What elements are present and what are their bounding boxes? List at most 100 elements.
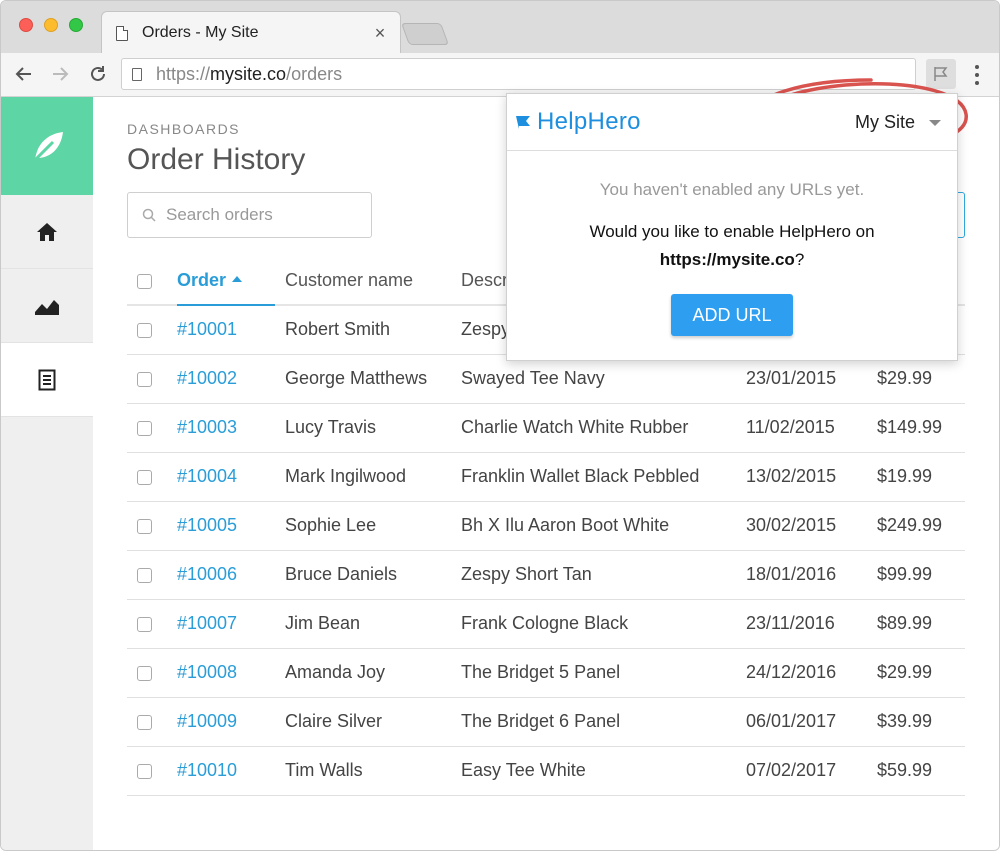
row-checkbox[interactable] (137, 665, 152, 681)
url-path: /orders (286, 63, 343, 84)
description-cell: Frank Cologne Black (461, 599, 746, 649)
search-box[interactable] (127, 192, 372, 238)
sidebar-item-orders[interactable] (1, 343, 93, 417)
question-url: https://mysite.co (659, 250, 795, 269)
order-link[interactable]: #10003 (177, 417, 237, 437)
helphero-flag-icon (516, 116, 530, 129)
select-all-checkbox[interactable] (137, 273, 152, 289)
search-input[interactable] (166, 205, 366, 225)
order-link[interactable]: #10006 (177, 564, 237, 584)
order-link[interactable]: #10005 (177, 515, 237, 535)
row-checkbox[interactable] (137, 714, 152, 730)
table-row[interactable]: #10003 Lucy Travis Charlie Watch White Rub… (127, 403, 965, 453)
forward-button[interactable] (47, 61, 73, 87)
header-order[interactable]: Order (177, 257, 275, 306)
customer-name-cell: Sophie Lee (275, 501, 461, 551)
row-select-cell (127, 746, 177, 796)
order-id-cell: #10005 (177, 501, 275, 551)
order-id-cell: #10002 (177, 354, 275, 404)
helphero-logo: HelpHero (515, 108, 641, 136)
row-checkbox[interactable] (137, 323, 152, 338)
header-customer[interactable]: Customer name (275, 257, 461, 306)
row-checkbox[interactable] (137, 518, 152, 534)
order-id-cell: #10008 (177, 648, 275, 698)
order-link[interactable]: #10001 (177, 319, 237, 339)
row-checkbox[interactable] (137, 420, 152, 436)
row-select-cell (127, 452, 177, 502)
page-title: Order History (127, 143, 306, 176)
order-id-cell: #10001 (177, 305, 275, 355)
order-link[interactable]: #10004 (177, 466, 237, 486)
description-cell: Zespy Short Tan (461, 550, 746, 600)
site-selector-value: My Site (854, 112, 915, 132)
site-selector-dropdown[interactable]: My Site (855, 112, 941, 133)
page-info-icon[interactable] (132, 67, 142, 81)
sidebar-item-home[interactable] (1, 195, 93, 269)
row-checkbox[interactable] (137, 469, 152, 485)
row-checkbox[interactable] (137, 371, 152, 387)
row-select-cell (127, 550, 177, 600)
new-tab-button[interactable] (400, 23, 450, 45)
order-link[interactable]: #10010 (177, 760, 237, 780)
row-select-cell (127, 599, 177, 649)
helphero-header: HelpHero My Site (507, 94, 957, 151)
row-checkbox[interactable] (137, 763, 152, 779)
row-select-cell (127, 354, 177, 404)
table-row[interactable]: #10009 Claire Silver The Bridget 6 Panel 06… (127, 697, 965, 747)
close-window-button[interactable] (19, 18, 33, 32)
browser-tab[interactable]: Orders - My Site × (101, 11, 401, 53)
order-link[interactable]: #10002 (177, 368, 237, 388)
order-id-cell: #10009 (177, 697, 275, 747)
add-url-button[interactable]: ADD URL (671, 294, 793, 336)
order-total-cell: $249.99 (877, 501, 965, 551)
reload-icon (91, 66, 105, 81)
arrow-left-icon (15, 67, 31, 81)
table-row[interactable]: #10002 George Matthews Swayed Tee Navy 23/0… (127, 354, 965, 404)
table-row[interactable]: #10007 Jim Bean Frank Cologne Black 23/11/2… (127, 599, 965, 649)
order-link[interactable]: #10007 (177, 613, 237, 633)
table-row[interactable]: #10006 Bruce Daniels Zespy Short Tan 18/01/… (127, 550, 965, 600)
order-id-cell: #10003 (177, 403, 275, 453)
order-date-cell: 24/12/2016 (746, 648, 877, 698)
table-row[interactable]: #10004 Mark Ingilwood Franklin Wallet Blac… (127, 452, 965, 502)
description-cell: The Bridget 5 Panel (461, 648, 746, 698)
tab-bar: Orders - My Site × (1, 1, 999, 53)
row-select-cell (127, 305, 177, 355)
arrow-right-icon (53, 67, 69, 81)
order-date-cell: 11/02/2015 (746, 403, 877, 453)
order-total-cell: $99.99 (877, 550, 965, 600)
customer-name-cell: Jim Bean (275, 599, 461, 649)
back-button[interactable] (11, 61, 37, 87)
chevron-down-icon (929, 119, 941, 126)
order-total-cell: $19.99 (877, 452, 965, 502)
enable-question: Would you like to enable HelpHero on htt… (507, 218, 957, 274)
url-text: https://mysite.co/orders (156, 64, 342, 85)
order-total-cell: $89.99 (877, 599, 965, 649)
order-link[interactable]: #10008 (177, 662, 237, 682)
order-link[interactable]: #10009 (177, 711, 237, 731)
row-checkbox[interactable] (137, 616, 152, 632)
table-row[interactable]: #10010 Tim Walls Easy Tee White 07/02/2017 $… (127, 746, 965, 796)
sort-ascending-icon (232, 276, 243, 283)
reload-button[interactable] (85, 61, 111, 87)
table-row[interactable]: #10005 Sophie Lee Bh X Ilu Aaron Boot Whit… (127, 501, 965, 551)
order-total-cell: $39.99 (877, 697, 965, 747)
breadcrumb[interactable]: DASHBOARDS (127, 121, 240, 137)
minimize-window-button[interactable] (44, 18, 58, 32)
sidebar-item-analytics[interactable] (1, 269, 93, 343)
order-total-cell: $29.99 (877, 354, 965, 404)
description-cell: Swayed Tee Navy (461, 354, 746, 404)
row-checkbox[interactable] (137, 567, 152, 583)
order-date-cell: 30/02/2015 (746, 501, 877, 551)
helphero-body: You haven't enabled any URLs yet. Would … (507, 151, 957, 336)
maximize-window-button[interactable] (69, 18, 83, 32)
customer-name-cell: Lucy Travis (275, 403, 461, 453)
table-row[interactable]: #10008 Amanda Joy The Bridget 5 Panel 24/12… (127, 648, 965, 698)
order-date-cell: 18/01/2016 (746, 550, 877, 600)
row-select-cell (127, 403, 177, 453)
helphero-brand: HelpHero (537, 108, 641, 135)
tab-close-icon[interactable]: × (372, 23, 388, 44)
url-host: mysite.co (210, 63, 287, 84)
search-icon (142, 208, 156, 222)
logo[interactable] (1, 97, 93, 195)
